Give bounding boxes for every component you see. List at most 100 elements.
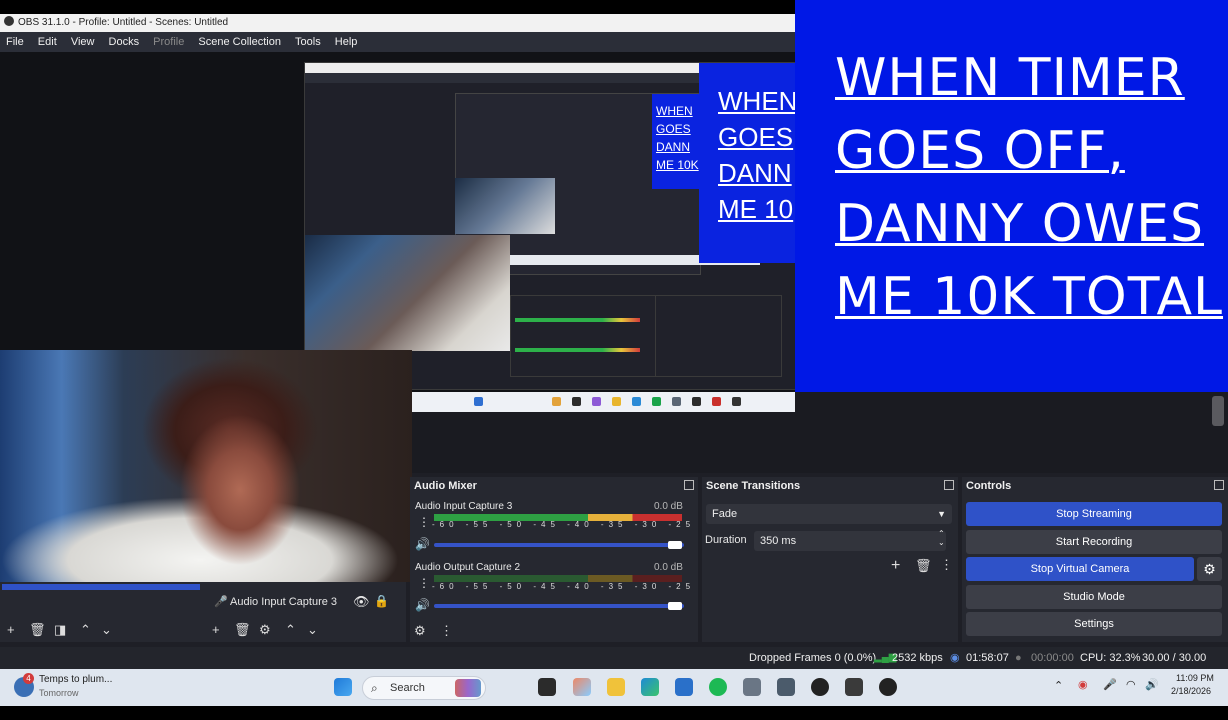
move-up-icon[interactable]: ⌃ <box>285 622 296 638</box>
nested-scene-transitions <box>655 295 782 377</box>
menu-file[interactable]: File <box>6 36 24 48</box>
store-icon[interactable] <box>675 678 693 696</box>
menu-view[interactable]: View <box>71 36 95 48</box>
task-view-icon[interactable] <box>538 678 556 696</box>
status-bar: Dropped Frames 0 (0.0%) ▂▄▆ 2532 kbps ◉ … <box>0 647 1228 686</box>
menu-tools[interactable]: Tools <box>295 36 321 48</box>
edge-icon[interactable] <box>641 678 659 696</box>
move-down-icon[interactable]: ⌄ <box>101 622 112 638</box>
app-icon <box>672 397 681 406</box>
undock-icon[interactable] <box>944 480 954 490</box>
microphone-icon: 🎤 <box>214 596 228 608</box>
undock-icon[interactable] <box>1214 480 1224 490</box>
settings-button[interactable]: Settings <box>966 612 1222 636</box>
snipping-tool-icon[interactable] <box>845 678 863 696</box>
bottom-black-band <box>0 706 1228 720</box>
transition-select-value: Fade <box>712 508 738 520</box>
mixer-settings-icon[interactable]: ⚙ <box>414 623 426 639</box>
record-time: 00:00:00 <box>1031 652 1074 664</box>
eye-icon[interactable]: 👁 <box>353 594 370 610</box>
move-up-icon[interactable]: ⌃ <box>80 622 91 638</box>
windows-start-icon[interactable] <box>334 678 352 696</box>
stream-icon: ◉ <box>950 652 960 664</box>
menu-scene-collection[interactable]: Scene Collection <box>198 36 281 48</box>
app-icon <box>474 397 483 406</box>
scrollbar[interactable] <box>1212 396 1224 426</box>
window-title-bar: OBS 31.1.0 - Profile: Untitled - Scenes:… <box>0 14 795 32</box>
filter-icon[interactable]: ◨ <box>54 622 66 638</box>
virtual-camera-settings-button[interactable]: ⚙ <box>1197 557 1222 581</box>
microphone-icon[interactable]: 🎤 <box>1103 678 1117 691</box>
taskbar-search[interactable]: ⌕ Search <box>362 676 486 700</box>
copilot-icon[interactable] <box>573 678 591 696</box>
duration-field[interactable]: 350 ms <box>754 531 946 551</box>
controls-title: Controls <box>966 480 1012 492</box>
volume-slider[interactable] <box>434 543 684 547</box>
nested-display-capture: WHEN GOES DANN ME 10K WHEN GOES DANN ME … <box>304 62 800 390</box>
channel-db: 0.0 dB <box>654 501 683 512</box>
app-icon <box>712 397 721 406</box>
settings-app-icon[interactable] <box>743 678 761 696</box>
add-icon[interactable]: + <box>7 622 15 637</box>
spotify-icon[interactable] <box>709 678 727 696</box>
stop-streaming-button[interactable]: Stop Streaming <box>966 502 1222 526</box>
menu-edit[interactable]: Edit <box>38 36 57 48</box>
speaker-icon[interactable]: 🔊 <box>415 598 430 612</box>
lock-icon[interactable]: 🔒 <box>374 594 389 608</box>
duration-label: Duration <box>705 534 747 546</box>
channel-name: Audio Input Capture 3 <box>415 501 513 512</box>
chevron-up-icon[interactable]: ⌃ <box>1054 679 1063 692</box>
controls-dock: Controls Stop Streaming Start Recording … <box>962 477 1228 642</box>
app-icon[interactable] <box>777 678 795 696</box>
clock-time[interactable]: 11:09 PM <box>1176 673 1214 683</box>
kebab-menu-icon[interactable]: ⋮ <box>440 623 453 639</box>
volume-icon[interactable]: 🔊 <box>1145 678 1159 691</box>
volume-slider-knob[interactable] <box>668 541 682 549</box>
add-icon[interactable]: + <box>212 622 220 637</box>
bitrate: 2532 kbps <box>892 652 943 664</box>
undock-icon[interactable] <box>684 480 694 490</box>
clock-date[interactable]: 2/18/2026 <box>1171 686 1211 696</box>
stream-time: 01:58:07 <box>966 652 1009 664</box>
stepper-icon[interactable]: ⌃ ⌄ <box>938 529 945 547</box>
menu-help[interactable]: Help <box>335 36 358 48</box>
gear-icon[interactable]: ⚙ <box>259 622 271 638</box>
kebab-menu-icon[interactable]: ⋮ <box>940 557 953 573</box>
obs-logo-icon <box>4 16 14 26</box>
menu-docks[interactable]: Docks <box>109 36 140 48</box>
menu-profile[interactable]: Profile <box>153 36 184 48</box>
channel-name: Audio Output Capture 2 <box>415 562 521 573</box>
app-icon <box>632 397 641 406</box>
trash-icon[interactable]: 🗑 <box>29 622 46 638</box>
preview-right-area <box>795 392 1228 472</box>
kebab-menu-icon[interactable]: ⋮ <box>418 576 430 590</box>
banner-text: WHEN TIMER GOES OFF, DANNY OWES ME 10K T… <box>835 48 1224 327</box>
trash-icon[interactable]: 🗑 <box>234 622 251 638</box>
add-icon[interactable]: + <box>891 557 900 575</box>
volume-slider-knob[interactable] <box>668 602 682 610</box>
source-item-label[interactable]: Audio Input Capture 3 <box>230 596 337 608</box>
start-recording-button[interactable]: Start Recording <box>966 530 1222 554</box>
kebab-menu-icon[interactable]: ⋮ <box>418 515 430 529</box>
speaker-icon[interactable]: 🔊 <box>415 537 430 551</box>
channel-db: 0.0 dB <box>654 562 683 573</box>
file-explorer-icon[interactable] <box>607 678 625 696</box>
nested-banner-2-text: WHEN GOES DANN ME 10K <box>656 104 699 172</box>
studio-mode-button[interactable]: Studio Mode <box>966 585 1222 609</box>
move-down-icon[interactable]: ⌄ <box>307 622 318 638</box>
app-icon <box>652 397 661 406</box>
obs-taskbar-icon[interactable] <box>811 678 829 696</box>
trash-icon[interactable]: 🗑 <box>915 558 932 574</box>
wifi-icon[interactable]: ◠ <box>1126 678 1136 691</box>
scene-selected-row[interactable] <box>2 584 200 590</box>
app-icon <box>612 397 621 406</box>
sources-dock: 🎤 Audio Input Capture 3 👁 🔒 + 🗑 ⚙ ⌃ ⌄ <box>204 582 406 642</box>
weather-title[interactable]: Temps to plum... <box>39 674 112 685</box>
media-player-icon[interactable] <box>879 678 897 696</box>
stop-virtual-camera-button[interactable]: Stop Virtual Camera <box>966 557 1194 581</box>
audio-mixer-dock: Audio Mixer Audio Input Capture 3 0.0 dB… <box>410 477 832 642</box>
tray-icon[interactable]: ◉ <box>1078 678 1088 691</box>
search-icon: ⌕ <box>371 681 378 695</box>
transition-select[interactable]: Fade ▼ <box>706 504 952 524</box>
volume-slider[interactable] <box>434 604 684 608</box>
